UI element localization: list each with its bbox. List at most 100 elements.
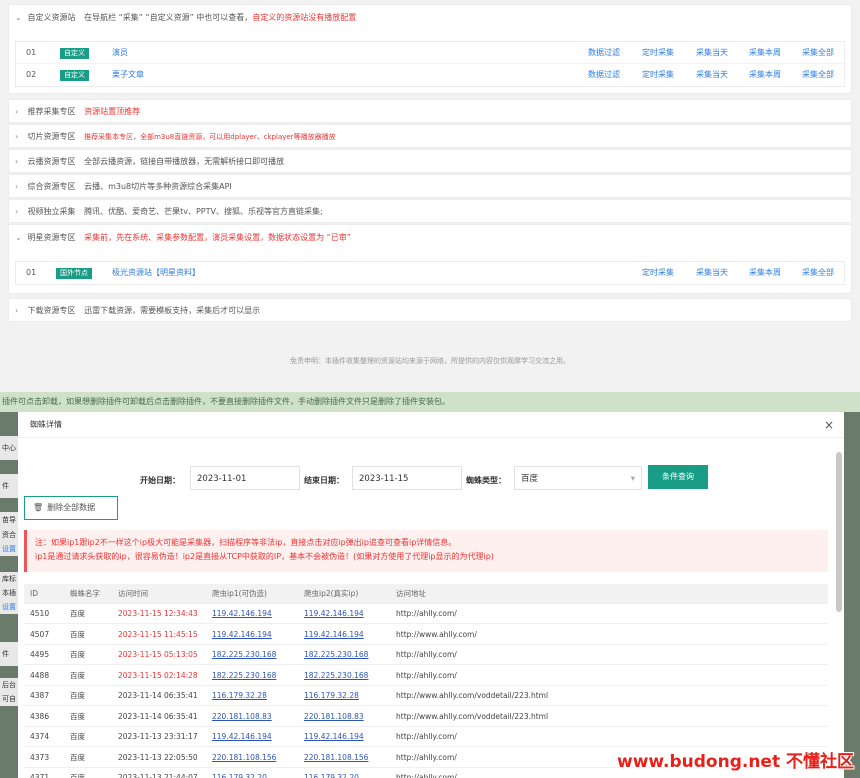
station-name-link[interactable]: 极光资源站【明星资料】	[112, 262, 200, 284]
cell-ip1-link[interactable]: 119.42.146.194	[212, 727, 272, 747]
cell-visit-time: 2023-11-14 06:35:41	[118, 691, 198, 700]
notice-line-1: 注：如果ip1跟ip2不一样这个ip极大可能是采集器，扫描程序等非法ip，直接点…	[35, 538, 457, 547]
cell-ip2-link[interactable]: 182.225.230.168	[304, 666, 368, 686]
scheduled-collect-link[interactable]: 定时采集	[642, 262, 674, 284]
section-video-independent[interactable]: › 视频独立采集 腾讯、优酷、爱奇艺、芒果tv、PPTV、搜狐、乐视等官方直链采…	[8, 199, 852, 223]
table-row: 4386 百度 2023-11-14 06:35:41 220.181.108.83 2…	[24, 707, 828, 727]
bg-fragment: 本插	[0, 586, 18, 600]
modal-title: 蜘蛛详情	[30, 420, 62, 429]
cell-ip2-link[interactable]: 220.181.108.156	[304, 748, 368, 768]
cell-ip1-link[interactable]: 116.179.32.20	[212, 768, 267, 778]
cell-id: 4371	[30, 773, 50, 778]
bg-fragment[interactable]: 设置	[0, 600, 18, 614]
cell-ip1-link[interactable]: 220.181.108.83	[212, 707, 272, 727]
cell-ip2-link[interactable]: 119.42.146.194	[304, 727, 364, 747]
trash-icon: 🗑	[33, 503, 44, 512]
chevron-down-icon: ⌄	[15, 233, 22, 242]
section-desc: 在导航栏 “采集” “自定义资源” 中也可以查看，	[84, 13, 253, 22]
delete-all-button[interactable]: 🗑 删除全部数据	[24, 496, 118, 520]
cell-url: http://www.ahlly.com/	[396, 629, 477, 639]
cell-spider-name: 百度	[70, 650, 85, 659]
collect-week-link[interactable]: 采集本周	[749, 64, 781, 86]
query-button[interactable]: 条件查询	[648, 465, 708, 489]
cell-ip2-link[interactable]: 116.179.32.20	[304, 768, 359, 778]
cell-ip2-link[interactable]: 220.181.108.83	[304, 707, 364, 727]
collect-week-link[interactable]: 采集本周	[749, 42, 781, 64]
col-name: 蜘蛛名字	[70, 589, 100, 598]
close-icon[interactable]: ×	[824, 412, 834, 438]
cell-ip2-link[interactable]: 119.42.146.194	[304, 625, 364, 645]
section-header: › 云播资源专区 全部云播资源，链接自带播放器，无需解析接口即可播放	[9, 150, 284, 174]
section-recommended[interactable]: › 推荐采集专区 资源站置顶推荐	[8, 99, 852, 123]
cell-id: 4507	[30, 629, 50, 639]
filter-data-link[interactable]: 数据过滤	[588, 64, 620, 86]
collect-week-link[interactable]: 采集本周	[749, 262, 781, 284]
cell-spider-name: 百度	[70, 752, 85, 762]
section-download[interactable]: › 下载资源专区 迅雷下载资源，需要模板支持，采集后才可以显示	[8, 298, 852, 322]
section-desc-red: 推荐采集本专区，全部m3u8直链资源，可以用dplayer、ckplayer等播…	[84, 133, 336, 141]
collect-all-link[interactable]: 采集全部	[802, 262, 834, 284]
disclaimer: 免责申明：本插件收集整理的资源站均来源于网络，所提供的内容仅供观摩学习交流之用。	[290, 357, 570, 365]
section-custom-header[interactable]: ⌄ 自定义资源站 在导航栏 “采集” “自定义资源” 中也可以查看，自定义的资源…	[9, 5, 356, 31]
delete-all-label: 删除全部数据	[47, 503, 96, 512]
cell-ip2-link[interactable]: 119.42.146.194	[304, 604, 364, 624]
start-date-input[interactable]: 2023-11-01	[190, 466, 300, 490]
section-header: › 下载资源专区 迅雷下载资源，需要模板支持，采集后才可以显示	[9, 299, 260, 323]
notice-line-2: ip1是通过请求头获取的ip，很容易伪造！ip2是直接从TCP中获取的IP，基本…	[35, 552, 494, 561]
filter-data-link[interactable]: 数据过滤	[588, 42, 620, 64]
section-title: 下载资源专区	[27, 306, 76, 315]
col-id: ID	[30, 589, 38, 598]
section-star-header[interactable]: ⌄ 明星资源专区 采集前，先在系统、采集参数配置，演员采集设置，数据状态设置为 …	[9, 225, 351, 251]
chevron-down-icon: ⌄	[15, 13, 22, 22]
end-date-input[interactable]: 2023-11-15	[352, 466, 462, 490]
cell-visit-time: 2023-11-15 02:14:28	[118, 670, 198, 680]
section-title: 综合资源专区	[27, 182, 76, 191]
cell-url: http://ahlly.com/	[396, 650, 457, 659]
scheduled-collect-link[interactable]: 定时采集	[642, 42, 674, 64]
table-row: 4374 百度 2023-11-13 23:31:17 119.42.146.194 1…	[24, 727, 828, 747]
station-name-link[interactable]: 栗子文章	[112, 64, 144, 86]
bg-fragment[interactable]: 设置	[0, 542, 18, 556]
cell-url: http://ahlly.com/	[396, 732, 457, 741]
collect-today-link[interactable]: 采集当天	[696, 64, 728, 86]
cell-ip2-link[interactable]: 182.225.230.168	[304, 645, 368, 665]
cell-visit-time: 2023-11-13 22:05:50	[118, 752, 198, 762]
section-slice[interactable]: › 切片资源专区 推荐采集本专区，全部m3u8直链资源，可以用dplayer、c…	[8, 124, 852, 148]
section-header: › 综合资源专区 云播、m3u8切片等多种资源综合采集API	[9, 175, 232, 199]
station-row: 01 自定义 演员 数据过滤 定时采集 采集当天 采集本周 采集全部	[16, 42, 844, 64]
cell-ip1-link[interactable]: 182.225.230.168	[212, 645, 276, 665]
cell-url: http://ahlly.com/	[396, 773, 457, 778]
cell-spider-name: 百度	[70, 609, 85, 618]
cell-visit-time: 2023-11-13 21:44:07	[118, 773, 198, 778]
cell-ip1-link[interactable]: 182.225.230.168	[212, 666, 276, 686]
cell-ip2-link[interactable]: 116.179.32.28	[304, 686, 359, 706]
station-row: 02 自定义 栗子文章 数据过滤 定时采集 采集当天 采集本周 采集全部	[16, 64, 844, 86]
spider-type-value: 百度	[521, 474, 539, 484]
col-ip2: 爬虫ip2(真实ip)	[304, 589, 359, 598]
section-cloud[interactable]: › 云播资源专区 全部云播资源，链接自带播放器，无需解析接口即可播放	[8, 149, 852, 173]
station-name-link[interactable]: 演员	[112, 42, 128, 64]
cell-ip1-link[interactable]: 119.42.146.194	[212, 625, 272, 645]
station-tag: 自定义	[60, 70, 89, 81]
table-header: ID 蜘蛛名字 访问时间 爬虫ip1(可伪造) 爬虫ip2(真实ip) 访问地址	[24, 584, 828, 604]
cell-ip1-link[interactable]: 220.181.108.156	[212, 748, 276, 768]
scheduled-collect-link[interactable]: 定时采集	[642, 64, 674, 86]
bg-fragment: 资合	[0, 528, 18, 542]
collect-today-link[interactable]: 采集当天	[696, 262, 728, 284]
spider-type-select[interactable]: 百度 ▾	[514, 466, 642, 490]
chevron-right-icon: ›	[15, 306, 19, 315]
cell-ip1-link[interactable]: 116.179.32.28	[212, 686, 267, 706]
collect-all-link[interactable]: 采集全部	[802, 64, 834, 86]
section-comprehensive[interactable]: › 综合资源专区 云播、m3u8切片等多种资源综合采集API	[8, 174, 852, 198]
station-row: 01 国外节点 极光资源站【明星资料】 定时采集 采集当天 采集本周 采集全部	[16, 262, 844, 284]
cell-id: 4510	[30, 609, 50, 618]
collect-today-link[interactable]: 采集当天	[696, 42, 728, 64]
section-desc: 腾讯、优酷、爱奇艺、芒果tv、PPTV、搜狐、乐视等官方直链采集;	[84, 207, 323, 216]
cell-visit-time: 2023-11-13 23:31:17	[118, 732, 198, 741]
section-custom: ⌄ 自定义资源站 在导航栏 “采集” “自定义资源” 中也可以查看，自定义的资源…	[8, 4, 852, 94]
modal-scrollbar[interactable]	[836, 452, 842, 612]
cell-ip1-link[interactable]: 119.42.146.194	[212, 604, 272, 624]
cell-id: 4495	[30, 650, 50, 659]
collect-all-link[interactable]: 采集全部	[802, 42, 834, 64]
cell-spider-name: 百度	[70, 773, 85, 778]
